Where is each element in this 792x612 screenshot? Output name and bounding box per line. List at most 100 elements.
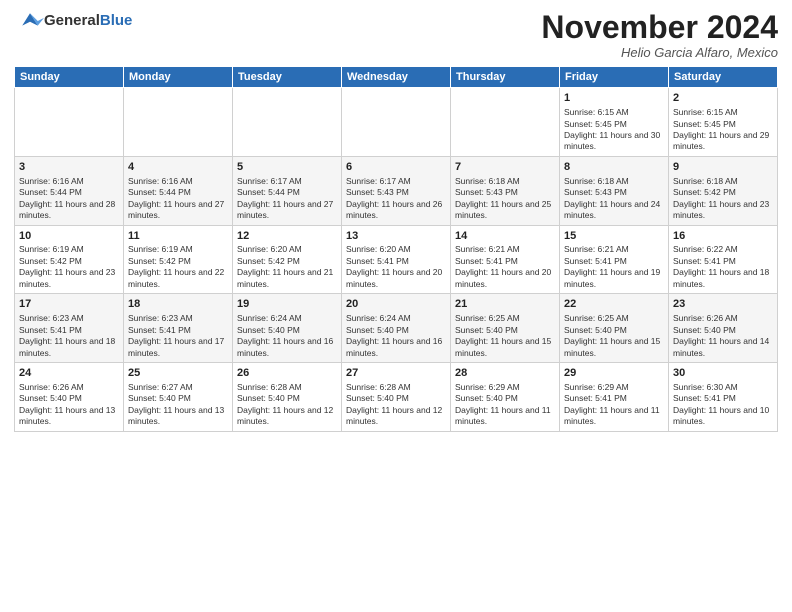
day-info-line: Daylight: 11 hours and 16 minutes. [237,336,337,359]
day-number: 16 [673,229,773,244]
day-info-line: Daylight: 11 hours and 17 minutes. [128,336,228,359]
table-row: 19Sunrise: 6:24 AMSunset: 5:40 PMDayligh… [233,294,342,363]
table-row: 25Sunrise: 6:27 AMSunset: 5:40 PMDayligh… [124,363,233,432]
day-info-line: Sunrise: 6:21 AM [564,244,664,255]
cell-content: 27Sunrise: 6:28 AMSunset: 5:40 PMDayligh… [346,366,446,428]
table-row: 7Sunrise: 6:18 AMSunset: 5:43 PMDaylight… [451,156,560,225]
day-info-line: Daylight: 11 hours and 13 minutes. [19,405,119,428]
day-number: 28 [455,366,555,381]
table-row: 8Sunrise: 6:18 AMSunset: 5:43 PMDaylight… [560,156,669,225]
table-row: 11Sunrise: 6:19 AMSunset: 5:42 PMDayligh… [124,225,233,294]
logo-blue: Blue [100,12,133,29]
table-row: 18Sunrise: 6:23 AMSunset: 5:41 PMDayligh… [124,294,233,363]
day-info-line: Sunset: 5:41 PM [346,256,446,267]
day-info-line: Sunrise: 6:23 AM [128,313,228,324]
day-info-line: Sunrise: 6:21 AM [455,244,555,255]
cell-content: 3Sunrise: 6:16 AMSunset: 5:44 PMDaylight… [19,160,119,222]
day-info-line: Sunrise: 6:17 AM [237,176,337,187]
day-info-line: Sunset: 5:41 PM [455,256,555,267]
day-info-line: Sunrise: 6:28 AM [237,382,337,393]
day-info-line: Sunset: 5:41 PM [564,393,664,404]
cell-content: 20Sunrise: 6:24 AMSunset: 5:40 PMDayligh… [346,297,446,359]
day-info-line: Sunrise: 6:29 AM [455,382,555,393]
day-number: 6 [346,160,446,175]
month-title: November 2024 [541,10,778,45]
day-info-line: Sunset: 5:42 PM [19,256,119,267]
cell-content: 10Sunrise: 6:19 AMSunset: 5:42 PMDayligh… [19,229,119,291]
day-info-line: Sunset: 5:44 PM [128,187,228,198]
day-info-line: Sunset: 5:40 PM [19,393,119,404]
day-info-line: Sunrise: 6:26 AM [19,382,119,393]
day-number: 27 [346,366,446,381]
day-number: 21 [455,297,555,312]
table-row: 5Sunrise: 6:17 AMSunset: 5:44 PMDaylight… [233,156,342,225]
calendar-week-4: 17Sunrise: 6:23 AMSunset: 5:41 PMDayligh… [15,294,778,363]
day-info-line: Sunrise: 6:26 AM [673,313,773,324]
col-friday: Friday [560,67,669,88]
day-number: 15 [564,229,664,244]
day-info-line: Daylight: 11 hours and 27 minutes. [128,199,228,222]
day-info-line: Sunrise: 6:23 AM [19,313,119,324]
day-info-line: Sunrise: 6:20 AM [237,244,337,255]
day-info-line: Sunrise: 6:19 AM [19,244,119,255]
day-info-line: Daylight: 11 hours and 23 minutes. [19,267,119,290]
day-info-line: Sunset: 5:44 PM [19,187,119,198]
day-number: 3 [19,160,119,175]
day-info-line: Sunset: 5:41 PM [128,325,228,336]
cell-content: 25Sunrise: 6:27 AMSunset: 5:40 PMDayligh… [128,366,228,428]
day-number: 10 [19,229,119,244]
day-info-line: Sunrise: 6:18 AM [673,176,773,187]
logo: GeneralBlue [14,10,132,32]
day-info-line: Sunset: 5:45 PM [564,119,664,130]
day-info-line: Sunset: 5:41 PM [673,256,773,267]
day-info-line: Sunset: 5:40 PM [237,393,337,404]
table-row [233,88,342,157]
day-info-line: Daylight: 11 hours and 21 minutes. [237,267,337,290]
day-info-line: Daylight: 11 hours and 12 minutes. [346,405,446,428]
table-row: 16Sunrise: 6:22 AMSunset: 5:41 PMDayligh… [669,225,778,294]
table-row: 2Sunrise: 6:15 AMSunset: 5:45 PMDaylight… [669,88,778,157]
day-info-line: Sunrise: 6:16 AM [128,176,228,187]
cell-content: 23Sunrise: 6:26 AMSunset: 5:40 PMDayligh… [673,297,773,359]
calendar-week-5: 24Sunrise: 6:26 AMSunset: 5:40 PMDayligh… [15,363,778,432]
day-info-line: Sunrise: 6:24 AM [346,313,446,324]
day-info-line: Sunset: 5:41 PM [673,393,773,404]
calendar-header-row: Sunday Monday Tuesday Wednesday Thursday… [15,67,778,88]
cell-content: 14Sunrise: 6:21 AMSunset: 5:41 PMDayligh… [455,229,555,291]
day-number: 13 [346,229,446,244]
day-info-line: Daylight: 11 hours and 18 minutes. [19,336,119,359]
day-info-line: Daylight: 11 hours and 14 minutes. [673,336,773,359]
day-info-line: Sunset: 5:42 PM [673,187,773,198]
cell-content: 15Sunrise: 6:21 AMSunset: 5:41 PMDayligh… [564,229,664,291]
day-info-line: Sunrise: 6:24 AM [237,313,337,324]
table-row: 10Sunrise: 6:19 AMSunset: 5:42 PMDayligh… [15,225,124,294]
day-info-line: Sunrise: 6:16 AM [19,176,119,187]
day-info-line: Sunrise: 6:25 AM [564,313,664,324]
day-info-line: Sunrise: 6:15 AM [673,107,773,118]
table-row: 14Sunrise: 6:21 AMSunset: 5:41 PMDayligh… [451,225,560,294]
day-number: 4 [128,160,228,175]
day-info-line: Sunrise: 6:22 AM [673,244,773,255]
title-block: November 2024 Helio Garcia Alfaro, Mexic… [541,10,778,60]
table-row: 22Sunrise: 6:25 AMSunset: 5:40 PMDayligh… [560,294,669,363]
table-row [451,88,560,157]
calendar-week-1: 1Sunrise: 6:15 AMSunset: 5:45 PMDaylight… [15,88,778,157]
day-info-line: Sunset: 5:41 PM [564,256,664,267]
table-row: 13Sunrise: 6:20 AMSunset: 5:41 PMDayligh… [342,225,451,294]
logo-general: General [44,12,100,29]
cell-content: 12Sunrise: 6:20 AMSunset: 5:42 PMDayligh… [237,229,337,291]
col-saturday: Saturday [669,67,778,88]
day-number: 19 [237,297,337,312]
day-info-line: Sunrise: 6:19 AM [128,244,228,255]
day-info-line: Daylight: 11 hours and 20 minutes. [346,267,446,290]
day-info-line: Sunrise: 6:27 AM [128,382,228,393]
day-number: 2 [673,91,773,106]
cell-content: 4Sunrise: 6:16 AMSunset: 5:44 PMDaylight… [128,160,228,222]
day-info-line: Sunrise: 6:15 AM [564,107,664,118]
table-row: 1Sunrise: 6:15 AMSunset: 5:45 PMDaylight… [560,88,669,157]
day-info-line: Daylight: 11 hours and 12 minutes. [237,405,337,428]
logo-text: GeneralBlue [44,12,132,30]
day-info-line: Sunset: 5:40 PM [346,325,446,336]
day-info-line: Daylight: 11 hours and 24 minutes. [564,199,664,222]
location-subtitle: Helio Garcia Alfaro, Mexico [541,45,778,60]
